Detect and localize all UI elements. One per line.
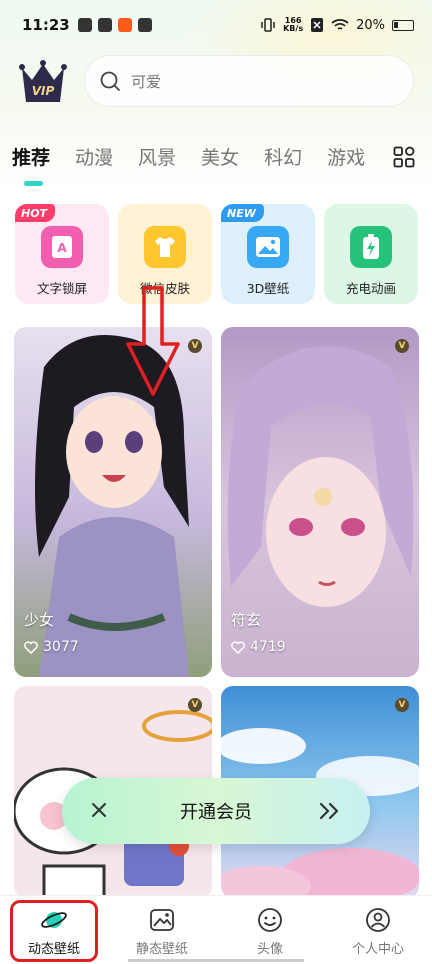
heart-icon	[231, 640, 245, 654]
member-banner[interactable]: 开通会员	[62, 778, 370, 844]
status-bar: 11:23 166 KB/s 20%	[0, 0, 432, 50]
likes-count: 4719	[250, 639, 286, 655]
search-icon	[100, 71, 120, 91]
wallpaper-card[interactable]: V 符玄 4719	[221, 327, 419, 677]
nav-item-profile[interactable]: 个人中心	[324, 896, 432, 964]
quick-entry-label: 3D壁纸	[246, 281, 290, 296]
nav-item-static-wallpaper[interactable]: 静态壁纸	[108, 896, 216, 964]
net-speed: 166 KB/s	[283, 17, 303, 33]
tab-scenery[interactable]: 风景	[138, 143, 176, 170]
quick-entry-charge-anim[interactable]: 充电动画	[324, 204, 418, 304]
nav-item-avatar[interactable]: 头像	[216, 896, 324, 964]
nav-label: 头像	[256, 942, 283, 957]
net-speed-unit: KB/s	[283, 24, 304, 33]
text-lock-icon: A	[41, 226, 83, 268]
category-tabs: 推荐 动漫 风景 美女 科幻 游戏	[12, 143, 387, 183]
wallpaper-likes: 3077	[24, 639, 79, 655]
notification-app-icon	[117, 18, 132, 32]
red-highlight-annotation	[10, 900, 98, 962]
vibrate-icon	[261, 18, 275, 32]
home-indicator	[128, 959, 304, 962]
wallpaper-title: 符玄	[231, 611, 262, 629]
battery-percent: 20%	[356, 17, 385, 33]
search-placeholder: 可爱	[131, 72, 162, 91]
user-icon	[366, 908, 390, 932]
vip-badge-icon: V	[188, 698, 202, 712]
red-arrow-annotation	[126, 286, 180, 396]
wallpaper-likes: 4719	[231, 639, 286, 655]
double-chevron-right-icon	[319, 802, 339, 820]
tab-beauty[interactable]: 美女	[201, 143, 239, 170]
tab-anime[interactable]: 动漫	[75, 143, 113, 170]
notification-app-icon	[77, 18, 92, 32]
hot-badge: HOT	[15, 204, 56, 222]
vip-label: VIP	[32, 84, 55, 98]
quick-entry-label: 文字锁屏	[36, 281, 87, 296]
tab-scifi[interactable]: 科幻	[264, 143, 302, 170]
vip-badge-icon: V	[395, 339, 409, 353]
vip-badge-icon: V	[188, 339, 202, 353]
notification-icons	[77, 18, 152, 32]
likes-count: 3077	[43, 639, 79, 655]
tab-recommend[interactable]: 推荐	[12, 143, 50, 170]
battery-charge-icon	[350, 226, 392, 268]
wallpaper-title: 少女	[24, 611, 55, 629]
new-badge: NEW	[221, 204, 264, 222]
picture-icon	[150, 909, 174, 931]
search-bar[interactable]: 可爱	[84, 55, 414, 107]
status-time: 11:23	[22, 16, 70, 34]
smiley-icon	[258, 908, 282, 932]
active-tab-indicator	[24, 181, 43, 186]
tab-games[interactable]: 游戏	[327, 143, 365, 170]
battery-icon	[392, 19, 414, 31]
image-3d-icon	[247, 226, 289, 268]
quick-entry-3d-wallpaper[interactable]: NEW 3D壁纸	[221, 204, 315, 304]
quick-entry-text-lock[interactable]: HOT A 文字锁屏	[15, 204, 109, 304]
notification-app-icon	[97, 18, 112, 32]
sim-disabled-icon	[311, 18, 324, 32]
vip-badge-icon: V	[395, 698, 409, 712]
category-grid-icon[interactable]	[393, 146, 415, 168]
vip-crown-icon[interactable]: VIP	[18, 58, 68, 106]
heart-icon	[24, 640, 38, 654]
nav-label: 个人中心	[351, 942, 404, 957]
svg-text:A: A	[57, 241, 67, 255]
notification-app-icon	[137, 18, 152, 32]
tshirt-icon	[144, 226, 186, 268]
quick-entry-label: 充电动画	[345, 281, 396, 296]
wifi-icon	[331, 19, 349, 30]
wallpaper-card[interactable]: V 少女 3077	[14, 327, 212, 677]
nav-label: 静态壁纸	[135, 942, 188, 957]
